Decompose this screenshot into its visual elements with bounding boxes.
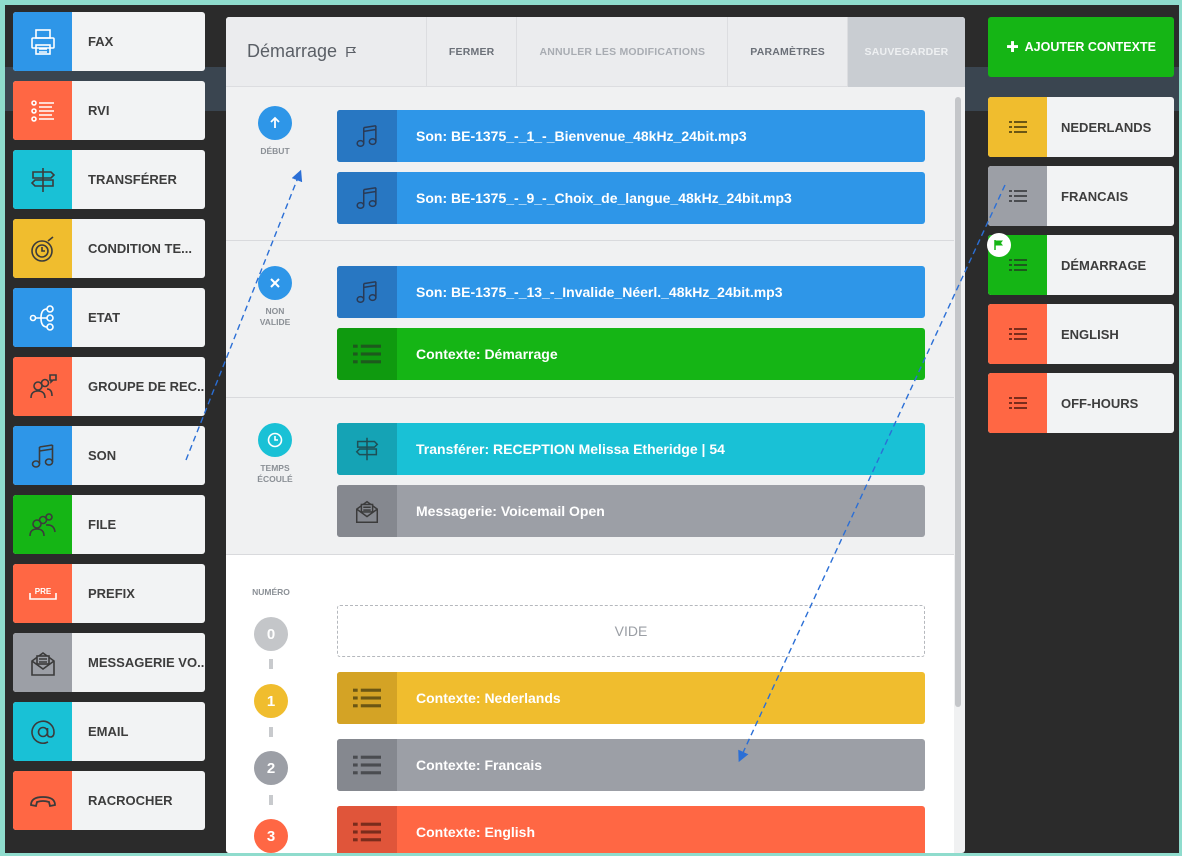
annotation-arrows (185, 169, 1006, 763)
drag-arrow-sound (185, 169, 303, 461)
drag-arrow-context (738, 184, 1006, 763)
app-root: FAX RVI TRANSFÉRER CONDITION TE... ETAT … (5, 5, 1179, 853)
